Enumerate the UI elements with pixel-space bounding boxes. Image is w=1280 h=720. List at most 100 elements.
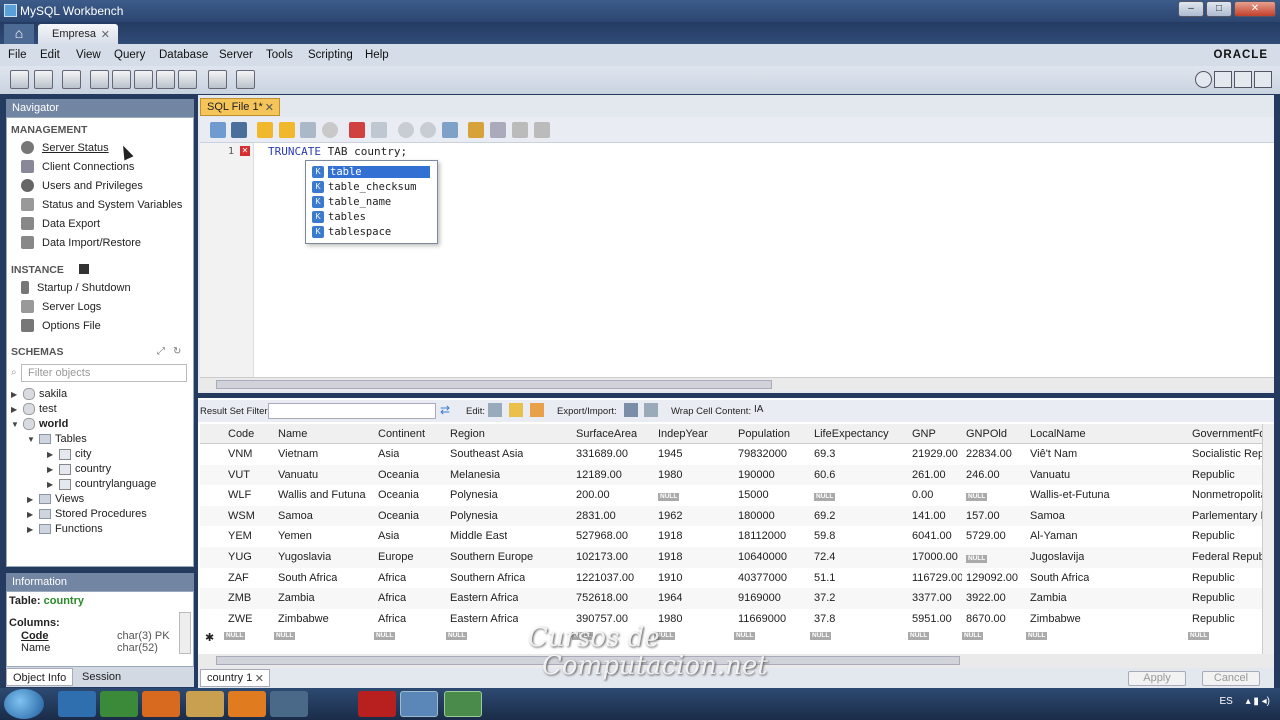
table-cell[interactable]: 2831.00 bbox=[576, 510, 616, 522]
table-cell[interactable]: 752618.00 bbox=[576, 592, 628, 604]
filezilla-icon[interactable] bbox=[358, 691, 396, 717]
table-cell[interactable]: 1221037.00 bbox=[576, 572, 634, 584]
table-cell[interactable]: Southern Africa bbox=[450, 572, 525, 584]
table-cell[interactable]: Eastern Africa bbox=[450, 592, 518, 604]
table-cell[interactable]: Republic bbox=[1192, 469, 1235, 481]
table-cell[interactable]: 21929.00 bbox=[912, 448, 958, 460]
table-cell[interactable]: South Africa bbox=[1030, 572, 1089, 584]
chrome-icon[interactable] bbox=[100, 691, 138, 717]
create-view-icon[interactable] bbox=[134, 70, 153, 89]
table-cell[interactable]: 129092.00 bbox=[966, 572, 1018, 584]
expand-arrow-icon[interactable]: ▶ bbox=[47, 480, 55, 489]
column-header[interactable]: Code bbox=[228, 428, 254, 440]
table-cell[interactable]: Vietnam bbox=[278, 448, 318, 460]
apply-button[interactable]: Apply bbox=[1128, 671, 1186, 686]
column-header[interactable]: GNPOld bbox=[966, 428, 1007, 440]
table-cell[interactable]: Yemen bbox=[278, 530, 312, 542]
camtasia-icon[interactable] bbox=[444, 691, 482, 717]
new-sql-tab-icon[interactable] bbox=[10, 70, 29, 89]
table-cell[interactable]: VNM bbox=[228, 448, 252, 460]
menu-view[interactable]: View bbox=[76, 49, 101, 61]
table-cell[interactable]: Vanuatu bbox=[1030, 469, 1070, 481]
table-cell[interactable]: Asia bbox=[378, 530, 399, 542]
table-cell[interactable]: Oceania bbox=[378, 489, 419, 501]
create-schema-icon[interactable] bbox=[90, 70, 109, 89]
table-cell[interactable]: WSM bbox=[228, 510, 255, 522]
table-cell[interactable]: 72.4 bbox=[814, 551, 835, 563]
table-cell[interactable]: Viê't Nam bbox=[1030, 448, 1077, 460]
column-header[interactable]: SurfaceArea bbox=[576, 428, 637, 440]
table-cell[interactable]: Southeast Asia bbox=[450, 448, 523, 460]
create-procedure-icon[interactable] bbox=[156, 70, 175, 89]
table-cell[interactable]: Oceania bbox=[378, 469, 419, 481]
insert-row-icon[interactable] bbox=[509, 403, 523, 417]
find-icon[interactable] bbox=[490, 122, 506, 138]
table-country[interactable]: ▶ country bbox=[47, 463, 111, 475]
column-header[interactable]: GNP bbox=[912, 428, 936, 440]
connection-tab[interactable]: Empresa ✕ bbox=[38, 24, 118, 44]
procedures-folder[interactable]: ▶ Stored Procedures bbox=[27, 508, 147, 520]
table-cell[interactable]: Africa bbox=[378, 613, 406, 625]
column-header[interactable]: LifeExpectancy bbox=[814, 428, 889, 440]
table-cell[interactable]: 51.1 bbox=[814, 572, 835, 584]
table-cell[interactable]: Africa bbox=[378, 572, 406, 584]
table-cell[interactable]: 261.00 bbox=[912, 469, 946, 481]
nav-status-variables[interactable]: Status and System Variables bbox=[21, 198, 182, 211]
open-sql-script-icon[interactable] bbox=[34, 70, 53, 89]
table-cell[interactable]: 1980 bbox=[658, 613, 682, 625]
menu-edit[interactable]: Edit bbox=[40, 49, 60, 61]
table-cell[interactable]: Zambia bbox=[1030, 592, 1067, 604]
table-cell[interactable]: 40377000 bbox=[738, 572, 787, 584]
explain-icon[interactable] bbox=[300, 122, 316, 138]
table-cell[interactable]: South Africa bbox=[278, 572, 337, 584]
internet-explorer-icon[interactable] bbox=[58, 691, 96, 717]
table-cell[interactable]: 200.00 bbox=[576, 489, 610, 501]
table-cell[interactable]: 37.8 bbox=[814, 613, 835, 625]
table-cell[interactable]: 22834.00 bbox=[966, 448, 1012, 460]
table-cell[interactable]: 157.00 bbox=[966, 510, 1000, 522]
tab-session[interactable]: Session bbox=[76, 668, 127, 686]
table-cell[interactable]: Middle East bbox=[450, 530, 507, 542]
table-cell[interactable]: 1910 bbox=[658, 572, 682, 584]
table-cell[interactable]: Yugoslavia bbox=[278, 551, 331, 563]
table-cell[interactable]: 17000.00 bbox=[912, 551, 958, 563]
table-cell[interactable]: 246.00 bbox=[966, 469, 1000, 481]
table-cell[interactable]: Al-Yaman bbox=[1030, 530, 1077, 542]
table-cell[interactable]: 15000 bbox=[738, 489, 769, 501]
table-cell[interactable]: ZMB bbox=[228, 592, 251, 604]
table-cell[interactable]: Melanesia bbox=[450, 469, 500, 481]
table-cell[interactable]: 11669000 bbox=[738, 613, 786, 625]
nav-startup-shutdown[interactable]: Startup / Shutdown bbox=[21, 281, 131, 294]
table-cell[interactable]: 1980 bbox=[658, 469, 682, 481]
schema-inspector-icon[interactable] bbox=[62, 70, 81, 89]
table-cell[interactable]: Zimbabwe bbox=[278, 613, 329, 625]
table-cell[interactable]: 190000 bbox=[738, 469, 775, 481]
table-cell[interactable]: 141.00 bbox=[912, 510, 946, 522]
open-file-icon[interactable] bbox=[210, 122, 226, 138]
table-cell[interactable]: 5951.00 bbox=[912, 613, 952, 625]
table-row[interactable]: WLF Wallis and Futuna Oceania Polynesia 200.… bbox=[200, 485, 1262, 506]
menu-server[interactable]: Server bbox=[219, 49, 253, 61]
sql-code-line[interactable]: TRUNCATE TAB country; bbox=[268, 145, 407, 158]
table-cell[interactable]: 69.3 bbox=[814, 448, 835, 460]
table-cell[interactable]: YEM bbox=[228, 530, 252, 542]
create-table-icon[interactable] bbox=[112, 70, 131, 89]
tab-object-info[interactable]: Object Info bbox=[6, 668, 74, 686]
schema-world[interactable]: ▼ world bbox=[11, 418, 68, 430]
table-row[interactable]: ZAF South Africa Africa Southern Africa 1221… bbox=[200, 567, 1262, 589]
table-cell[interactable]: Nonmetropolitan bbox=[1192, 489, 1262, 501]
expand-arrow-icon[interactable]: ▶ bbox=[47, 465, 55, 474]
nav-users-privileges[interactable]: Users and Privileges bbox=[21, 179, 143, 192]
table-cell[interactable]: Parlementary M bbox=[1192, 510, 1262, 522]
autocomplete-item[interactable]: Ktablespace bbox=[312, 225, 391, 239]
table-cell[interactable]: Republic bbox=[1192, 572, 1235, 584]
table-cell[interactable]: VUT bbox=[228, 469, 250, 481]
reconnect-icon[interactable] bbox=[236, 70, 255, 89]
execute-icon[interactable] bbox=[257, 122, 273, 138]
refresh-icon[interactable]: ↻ bbox=[173, 346, 181, 357]
toggle-output-icon[interactable] bbox=[1234, 71, 1252, 88]
table-countrylanguage[interactable]: ▶ countrylanguage bbox=[47, 478, 156, 490]
table-cell[interactable]: 0.00 bbox=[912, 489, 933, 501]
table-cell[interactable]: 3377.00 bbox=[912, 592, 952, 604]
table-row[interactable]: ZMB Zambia Africa Eastern Africa 752618.00 19… bbox=[200, 588, 1262, 609]
